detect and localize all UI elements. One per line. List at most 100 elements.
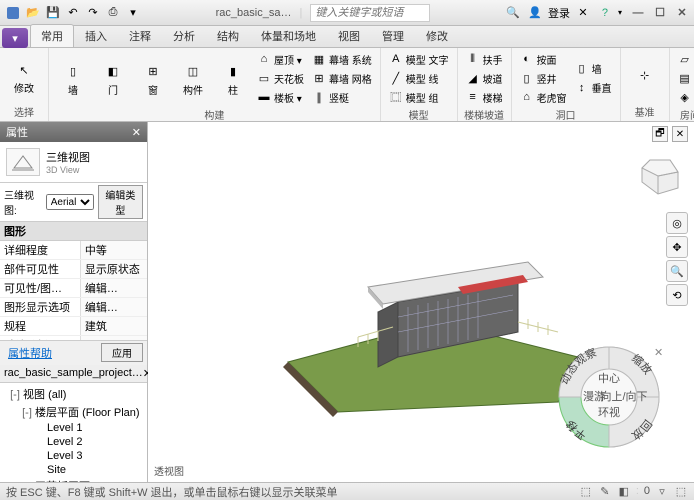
props-row[interactable]: 详细程度中等 xyxy=(0,241,147,260)
ribbon-group-4: ◐按面▯竖井⌂老虎窗▯墙↕垂直洞口 xyxy=(512,48,621,121)
view-close-icon[interactable]: ✕ xyxy=(672,126,688,142)
qat-dropdown-icon[interactable]: ▾ xyxy=(124,4,142,22)
login-icon[interactable]: 👤 xyxy=(526,4,544,22)
open-icon[interactable]: 📂 xyxy=(24,4,42,22)
ribbon-roof[interactable]: ⌂屋顶 ▾ xyxy=(255,50,306,68)
tab-5[interactable]: 体量和场地 xyxy=(250,24,327,47)
minimize-button[interactable]: — xyxy=(630,5,646,21)
nav-zoom-icon[interactable]: 🔍 xyxy=(666,260,688,282)
type-selector[interactable]: 三维视图 3D View xyxy=(0,142,147,183)
tab-2[interactable]: 注释 xyxy=(118,24,162,47)
tree-item[interactable]: Level 3 xyxy=(2,449,145,463)
tab-3[interactable]: 分析 xyxy=(162,24,206,47)
ribbon-shaft[interactable]: ▯竖井 xyxy=(518,69,569,87)
steering-close-icon[interactable]: ✕ xyxy=(654,347,663,359)
nav-orbit-icon[interactable]: ⟲ xyxy=(666,284,688,306)
ribbon-group-6: ▱面积 ▾▤图例◈标记 ▾房间和面积 xyxy=(670,48,694,121)
undo-icon[interactable]: ↶ xyxy=(64,4,82,22)
tree-item[interactable]: [-] 天花板平面 (Ceiling Plan) xyxy=(2,477,145,483)
component-icon: ◫ xyxy=(181,60,205,84)
tab-6[interactable]: 视图 xyxy=(327,24,371,47)
edit-type-button[interactable]: 编辑类型 xyxy=(98,185,143,219)
status-design-options-icon[interactable]: ◧ xyxy=(617,485,631,499)
ribbon-stair[interactable]: ≡楼梯 xyxy=(464,88,505,106)
nav-wheel-icon[interactable]: ◎ xyxy=(666,212,688,234)
status-filter-icon[interactable]: ▿ xyxy=(655,485,669,499)
props-row[interactable]: 图形显示选项编辑… xyxy=(0,298,147,317)
ceiling-icon: ▭ xyxy=(257,71,271,85)
login-label[interactable]: 登录 xyxy=(548,5,570,21)
ribbon-vert[interactable]: ↕垂直 xyxy=(573,79,614,97)
props-section[interactable]: 图形 xyxy=(0,222,147,241)
props-row[interactable]: 可见性/图…编辑… xyxy=(0,279,147,298)
ribbon-wall[interactable]: ▯墙 xyxy=(55,60,91,97)
ribbon-wall2[interactable]: ▯墙 xyxy=(573,60,614,78)
grid-icon: ⊞ xyxy=(312,71,326,85)
help-icon[interactable]: ? xyxy=(596,4,614,22)
ribbon-ramp[interactable]: ◢坡道 xyxy=(464,69,505,87)
save-icon[interactable]: 💾 xyxy=(44,4,62,22)
tab-4[interactable]: 结构 xyxy=(206,24,250,47)
tree-item[interactable]: [-] 视图 (all) xyxy=(2,385,145,403)
tree-toggle-icon[interactable]: [-] xyxy=(10,389,20,401)
ribbon-mullion[interactable]: ∥竖梃 xyxy=(310,88,374,106)
ribbon-rail[interactable]: ⫴扶手 xyxy=(464,50,505,68)
exchange-icon[interactable]: ✕ xyxy=(574,4,592,22)
ribbon-byface[interactable]: ◐按面 xyxy=(518,50,569,68)
ribbon-window[interactable]: ⊞窗 xyxy=(135,60,171,97)
ribbon-tag[interactable]: ◈标记 ▾ xyxy=(676,88,694,106)
app-menu-icon[interactable] xyxy=(4,4,22,22)
tab-8[interactable]: 修改 xyxy=(415,24,459,47)
ribbon-legend[interactable]: ▤图例 xyxy=(676,69,694,87)
tab-0[interactable]: 常用 xyxy=(30,24,74,47)
status-worksets-icon[interactable]: ⬚ xyxy=(579,485,593,499)
tree-item[interactable]: [-] 楼层平面 (Floor Plan) xyxy=(2,403,145,421)
tab-7[interactable]: 管理 xyxy=(371,24,415,47)
status-text: 按 ESC 键、F8 键或 Shift+W 退出，或单击鼠标右键以显示关联菜单 xyxy=(6,484,571,500)
view-restore-icon[interactable]: 🗗 xyxy=(652,126,668,142)
nav-pan-icon[interactable]: ✥ xyxy=(666,236,688,258)
shaft-icon: ▯ xyxy=(520,71,534,85)
ribbon-line[interactable]: ╱模型 线 xyxy=(387,69,451,87)
ribbon-datum[interactable]: ⊹ xyxy=(627,64,663,90)
ribbon-door[interactable]: ◧门 xyxy=(95,60,131,97)
tree-item[interactable]: Site xyxy=(2,463,145,477)
ribbon-floor[interactable]: ▬楼板 ▾ xyxy=(255,88,306,106)
ribbon-group-label: 模型 xyxy=(387,106,451,122)
print-icon[interactable]: ⎙ xyxy=(104,4,122,22)
ribbon-text[interactable]: A模型 文字 xyxy=(387,50,451,68)
infocenter-search-icon[interactable]: 🔍 xyxy=(504,4,522,22)
ribbon-ceiling[interactable]: ▭天花板 xyxy=(255,69,306,87)
instance-selector[interactable]: Aerial xyxy=(46,194,94,210)
tree-item[interactable]: Level 2 xyxy=(2,435,145,449)
ribbon-column[interactable]: ▮柱 xyxy=(215,60,251,97)
apply-button[interactable]: 应用 xyxy=(101,343,143,362)
properties-help-link[interactable]: 属性帮助 xyxy=(4,343,56,363)
tree-toggle-icon[interactable]: [-] xyxy=(22,481,32,483)
maximize-button[interactable]: ☐ xyxy=(652,5,668,21)
project-browser-tree[interactable]: [-] 视图 (all)[-] 楼层平面 (Floor Plan) Level … xyxy=(0,383,147,483)
viewcube[interactable] xyxy=(636,152,682,198)
tab-1[interactable]: 插入 xyxy=(74,24,118,47)
tree-toggle-icon[interactable]: [-] xyxy=(22,407,32,419)
ribbon-area[interactable]: ▱面积 ▾ xyxy=(676,50,694,68)
tree-item[interactable]: Level 1 xyxy=(2,421,145,435)
view-canvas[interactable]: 🗗 ✕ ◎ ✥ 🔍 ⟲ xyxy=(148,122,694,482)
props-row[interactable]: 部件可见性显示原状态 xyxy=(0,260,147,279)
close-button[interactable]: ✕ xyxy=(674,5,690,21)
ribbon-grid[interactable]: ⊞幕墙 网格 xyxy=(310,69,374,87)
ribbon-dormer[interactable]: ⌂老虎窗 xyxy=(518,88,569,106)
ribbon-group[interactable]: ⿴模型 组 xyxy=(387,88,451,106)
status-editable-icon[interactable]: ✎ xyxy=(598,485,612,499)
search-input[interactable] xyxy=(310,4,430,22)
steering-wheel[interactable]: 缩放 回放 平移 动态观察 中心 向上/向下 漫游 环视 ✕ xyxy=(554,342,664,452)
status-select-icon[interactable]: ⬚ xyxy=(674,485,688,499)
ribbon-cursor[interactable]: ↖修改 xyxy=(6,58,42,95)
ribbon-component[interactable]: ◫构件 xyxy=(175,60,211,97)
application-button[interactable]: ▾ xyxy=(2,28,28,48)
properties-grid: 图形详细程度中等部件可见性显示原状态可见性/图…编辑…图形显示选项编辑…规程建筑… xyxy=(0,222,147,340)
ribbon-curtain[interactable]: ▦幕墙 系统 xyxy=(310,50,374,68)
props-row[interactable]: 规程建筑 xyxy=(0,317,147,336)
redo-icon[interactable]: ↷ xyxy=(84,4,102,22)
panel-close-icon[interactable]: ✕ xyxy=(132,126,141,139)
